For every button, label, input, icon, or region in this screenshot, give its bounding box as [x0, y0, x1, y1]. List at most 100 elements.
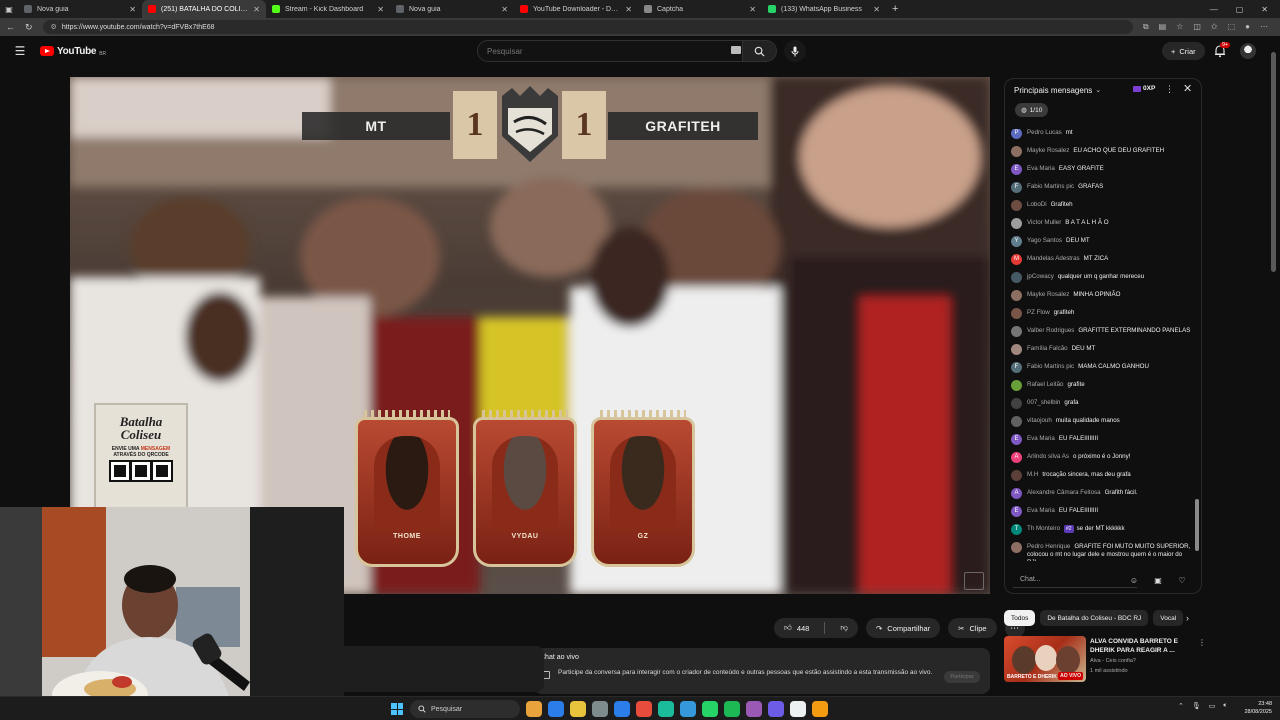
menu-icon[interactable]: ☰	[0, 44, 40, 58]
chat-close-icon[interactable]: ✕	[1183, 82, 1192, 95]
xp-indicator[interactable]: 0XP	[1133, 85, 1155, 92]
chat-message[interactable]: M.H trocação sincera, mas deu grafa	[1011, 470, 1191, 481]
clip-button[interactable]: ✂ Clipe	[948, 618, 997, 638]
tab-close-icon[interactable]: ✕	[129, 5, 136, 14]
filter-chip[interactable]: Vocal	[1153, 610, 1184, 626]
chat-author[interactable]: vitaojouh	[1027, 417, 1052, 424]
chat-avatar[interactable]	[1011, 542, 1022, 553]
join-chat-button[interactable]: Participar	[944, 671, 980, 683]
chat-message[interactable]: jpCowacy qualquer um q ganhar mereceu	[1011, 272, 1191, 283]
chat-avatar[interactable]	[1011, 416, 1022, 427]
chat-message[interactable]: PZ Flow grafiteh	[1011, 308, 1191, 319]
chat-avatar[interactable]: A	[1011, 452, 1022, 463]
filter-chip[interactable]: De Batalha do Coliseu - BDC RJ	[1040, 610, 1149, 626]
browser-tab[interactable]: Stream - Kick Dashboard ✕	[266, 0, 390, 18]
keyboard-icon[interactable]	[731, 46, 741, 54]
chat-avatar[interactable]: T	[1011, 524, 1022, 535]
chat-author[interactable]: Mandelas Adestras	[1027, 255, 1080, 262]
translate-icon[interactable]: ⧉	[1143, 22, 1149, 32]
chat-avatar[interactable]	[1011, 326, 1022, 337]
windows-start-icon[interactable]	[391, 703, 403, 715]
browser-tab[interactable]: Nova guia ✕	[390, 0, 514, 18]
new-tab-button[interactable]: +	[886, 3, 904, 15]
reader-icon[interactable]: ▤	[1159, 22, 1167, 32]
chat-author[interactable]: Alexandre Câmara Feitosa	[1027, 489, 1101, 496]
chat-author[interactable]: Eva Maria	[1027, 507, 1055, 514]
chat-author[interactable]: Arlindo silva As	[1027, 453, 1069, 460]
chat-avatar[interactable]	[1011, 380, 1022, 391]
chat-author[interactable]: Pedro Lucas	[1027, 129, 1062, 136]
chat-message[interactable]: Y Yago Santos DEU MT	[1011, 236, 1191, 247]
heart-icon[interactable]: ♡	[1176, 574, 1188, 586]
chat-author[interactable]: Rafael Leitão	[1027, 381, 1063, 388]
chat-author[interactable]: Th Monteiro	[1027, 525, 1060, 532]
chat-avatar[interactable]: E	[1011, 164, 1022, 175]
chat-message[interactable]: T Th Monteiro #2 se der MT kkkkkk	[1011, 524, 1191, 535]
taskbar-app-icon[interactable]	[702, 701, 718, 717]
taskbar-app-icon[interactable]	[636, 701, 652, 717]
chat-message[interactable]: Pedro Henrique GRAFITE FOI MUTO MUITO SUP…	[1011, 542, 1191, 561]
chat-avatar[interactable]	[1011, 308, 1022, 319]
chat-author[interactable]: Mayke Rosalez	[1027, 291, 1069, 298]
chat-input[interactable]: Chat...	[1013, 572, 1137, 588]
chat-author[interactable]: M.H	[1027, 471, 1038, 478]
recommended-thumbnail[interactable]: BARRETO E DHERIK AO VIVO	[1004, 636, 1086, 682]
taskbar-app-icon[interactable]	[548, 701, 564, 717]
chat-author[interactable]: Fabio Martins pic	[1027, 183, 1074, 190]
chat-message[interactable]: A Arlindo silva As o próximo é o Jonny!	[1011, 452, 1191, 463]
chat-author[interactable]: Valber Rodrigues	[1027, 327, 1074, 334]
chat-author[interactable]: Mayke Rosalez	[1027, 147, 1069, 154]
chat-message[interactable]: Mayke Rosalez MINHA OPINIÃO	[1011, 290, 1191, 301]
chat-author[interactable]: Victor Muller	[1027, 219, 1061, 226]
url-field[interactable]: ⚙ https://www.youtube.com/watch?v=dFVBx7…	[42, 20, 1133, 34]
chat-more-options-icon[interactable]: ⋮	[1165, 84, 1174, 95]
share-button[interactable]: ↷ Compartilhar	[865, 618, 941, 638]
maximize-icon[interactable]: ▢	[1236, 5, 1244, 14]
favorite-star-icon[interactable]: ☆	[1176, 22, 1183, 32]
taskbar-clock[interactable]: 23:48 28/08/2025	[1238, 700, 1272, 716]
taskbar-app-icon[interactable]	[592, 701, 608, 717]
window-menu-icon[interactable]: ▣	[0, 5, 18, 14]
dislike-button[interactable]: 👎︎	[830, 618, 858, 638]
tab-close-icon[interactable]: ✕	[625, 5, 632, 14]
chat-author[interactable]: Yago Santos	[1027, 237, 1062, 244]
chat-author[interactable]: Eva Maria	[1027, 165, 1055, 172]
microphone-tray-icon[interactable]: 🎙︎	[1192, 702, 1201, 710]
taskbar-app-icon[interactable]	[724, 701, 740, 717]
chat-avatar[interactable]: F	[1011, 182, 1022, 193]
chat-avatar[interactable]: E	[1011, 434, 1022, 445]
chat-author[interactable]: Pedro Henrique	[1027, 543, 1070, 550]
chat-author[interactable]: jpCowacy	[1027, 273, 1054, 280]
taskbar-app-icon[interactable]	[658, 701, 674, 717]
chat-avatar[interactable]: A	[1011, 488, 1022, 499]
browser-tab[interactable]: Nova guia ✕	[18, 0, 142, 18]
chat-author[interactable]: Família Falcão	[1027, 345, 1068, 352]
chat-author[interactable]: PZ Flow	[1027, 309, 1050, 316]
emoji-icon[interactable]: ☺	[1128, 574, 1140, 586]
youtube-logo[interactable]: YouTube BR	[40, 46, 106, 57]
poll-counter[interactable]: ◍ 1/10	[1015, 103, 1049, 117]
account-avatar[interactable]	[1240, 43, 1256, 59]
chat-message[interactable]: P Pedro Lucas mt	[1011, 129, 1191, 139]
page-scrollbar[interactable]	[1271, 40, 1276, 690]
chat-message[interactable]: Mayke Rosalez EU ACHO QUE DEU GRAFITEH	[1011, 146, 1191, 157]
profile-icon[interactable]: ●	[1245, 22, 1250, 32]
chat-message[interactable]: A Alexandre Câmara Feitosa Grafith fácil.	[1011, 488, 1191, 499]
chat-avatar[interactable]: Y	[1011, 236, 1022, 247]
super-chat-icon[interactable]: ▣	[1152, 574, 1164, 586]
chat-message[interactable]: Valber Rodrigues GRAFITTE EXTERMINANDO PA…	[1011, 326, 1191, 337]
chat-message[interactable]: vitaojouh muita qualidade manos	[1011, 416, 1191, 427]
chat-author[interactable]: Fabio Martins pic	[1027, 363, 1074, 370]
chat-avatar[interactable]	[1011, 218, 1022, 229]
like-button[interactable]: 👍︎ 448	[774, 618, 819, 638]
browser-menu-icon[interactable]: ⋯	[1260, 22, 1268, 32]
browser-tab[interactable]: YouTube Downloader - Download ✕	[514, 0, 638, 18]
taskbar-app-icon[interactable]	[746, 701, 762, 717]
taskbar-search[interactable]: Pesquisar	[410, 700, 520, 718]
chat-scrollbar-thumb[interactable]	[1195, 499, 1199, 551]
browser-tab[interactable]: Captcha ✕	[638, 0, 762, 18]
taskbar-app-icon[interactable]	[526, 701, 542, 717]
back-icon[interactable]: ←	[6, 22, 15, 32]
chevron-down-icon[interactable]: ⌄	[1095, 86, 1101, 94]
channel-watermark[interactable]	[964, 572, 984, 590]
